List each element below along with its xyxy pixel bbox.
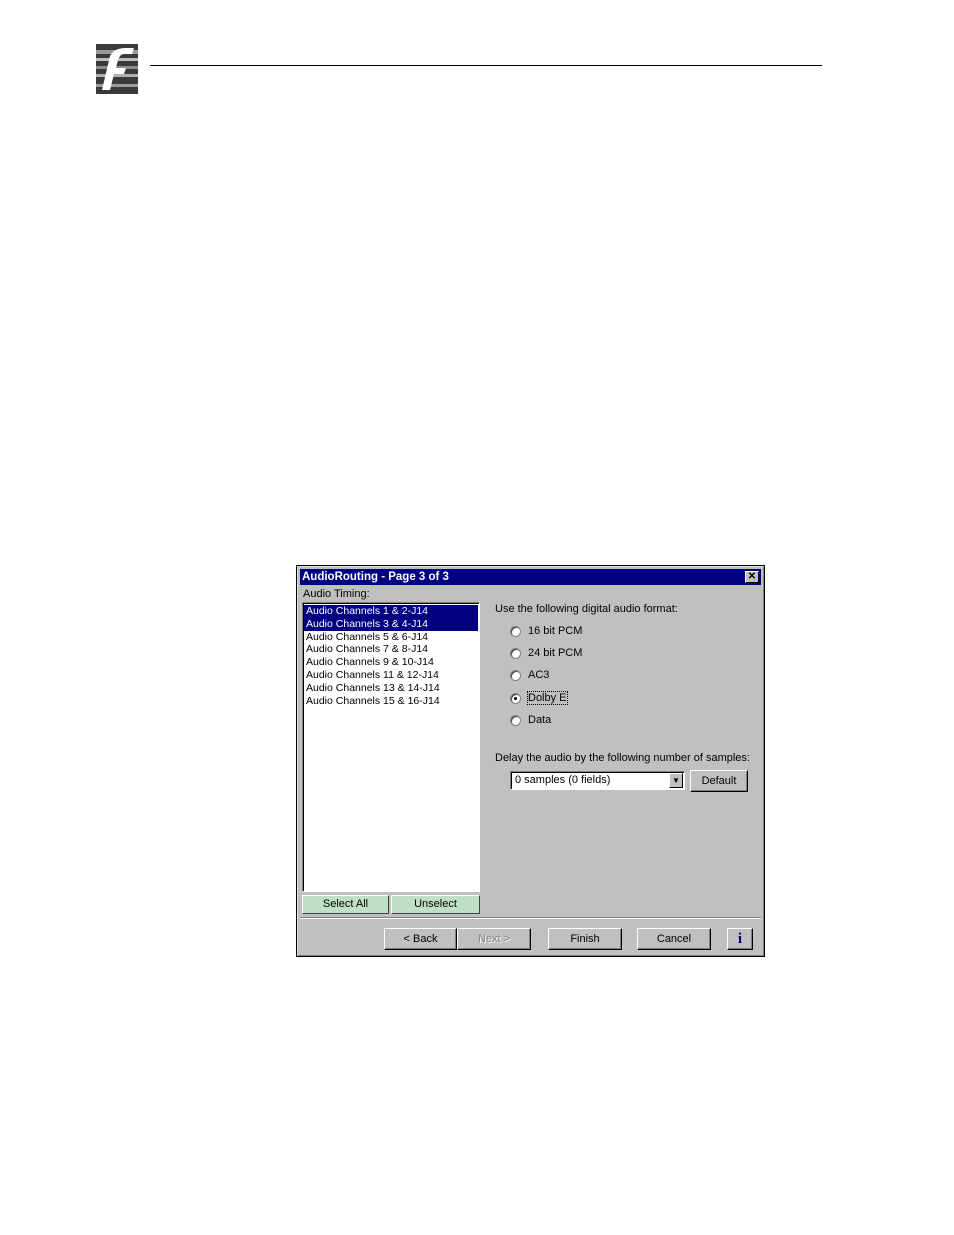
radio-button-checked[interactable] [510,692,521,704]
radio-16bit-pcm[interactable]: 16 bit PCM [510,623,582,639]
list-item[interactable]: Audio Channels 15 & 16-J14 [304,695,478,708]
list-item[interactable]: Audio Channels 1 & 2-J14 [304,605,478,618]
audio-timing-label: Audio Timing: [303,588,370,600]
dialog-titlebar[interactable]: AudioRouting - Page 3 of 3 ✕ [300,569,761,585]
list-item[interactable]: Audio Channels 9 & 10-J14 [304,656,478,669]
back-button[interactable]: < Back [384,928,457,950]
default-button[interactable]: Default [690,770,748,792]
delay-samples-label: Delay the audio by the following number … [495,752,750,764]
radio-button[interactable] [510,647,521,659]
info-icon[interactable]: i [727,928,753,950]
audio-format-label: Use the following digital audio format: [495,603,678,615]
audio-routing-dialog: AudioRouting - Page 3 of 3 ✕ Audio Timin… [296,565,765,957]
select-all-button[interactable]: Select All [302,895,389,914]
list-item[interactable]: Audio Channels 11 & 12-J14 [304,669,478,682]
close-icon[interactable]: ✕ [745,571,759,583]
next-button[interactable]: Next > [457,928,531,950]
audio-channels-listbox[interactable]: Audio Channels 1 & 2-J14 Audio Channels … [302,602,480,892]
radio-label: AC3 [528,669,550,681]
header-rule [150,65,822,66]
dialog-title: AudioRouting - Page 3 of 3 [302,571,449,583]
radio-button[interactable] [510,669,521,681]
delay-samples-dropdown[interactable]: 0 samples (0 fields) ▼ [510,771,685,790]
radio-button[interactable] [510,714,521,726]
radio-ac3[interactable]: AC3 [510,667,549,683]
cancel-button[interactable]: Cancel [637,928,711,950]
radio-label: 16 bit PCM [528,625,583,637]
finish-button[interactable]: Finish [548,928,622,950]
radio-dolby-e[interactable]: Dolby E [510,690,568,706]
radio-label: Data [528,714,552,726]
list-item[interactable]: Audio Channels 13 & 14-J14 [304,682,478,695]
list-item[interactable]: Audio Channels 3 & 4-J14 [304,617,478,631]
delay-samples-value: 0 samples (0 fields) [515,774,611,786]
radio-button[interactable] [510,625,521,637]
list-item[interactable]: Audio Channels 7 & 8-J14 [304,643,478,656]
chevron-down-icon[interactable]: ▼ [669,773,683,788]
radio-label: 24 bit PCM [528,647,583,659]
radio-data[interactable]: Data [510,712,551,728]
radio-label: Dolby E [527,691,568,705]
list-item[interactable]: Audio Channels 5 & 6-J14 [304,631,478,644]
dialog-separator [300,917,761,919]
radio-24bit-pcm[interactable]: 24 bit PCM [510,645,582,661]
company-logo [96,44,138,94]
unselect-button[interactable]: Unselect [391,895,480,914]
